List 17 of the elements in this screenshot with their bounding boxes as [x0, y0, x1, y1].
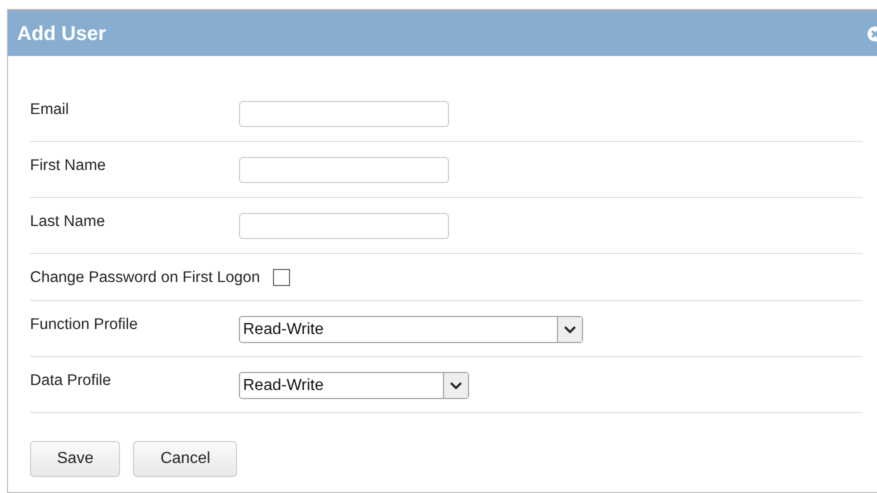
- chevron-down-icon: [563, 324, 577, 335]
- field-label: Function Profile: [30, 315, 139, 336]
- save-button[interactable]: Save: [30, 441, 120, 478]
- dropdown[interactable]: Read-Write: [239, 316, 583, 344]
- chevron-down-icon: [449, 380, 463, 391]
- text-field[interactable]: [239, 157, 449, 183]
- field-label: Last Name: [30, 212, 106, 232]
- dropdown[interactable]: Read-Write: [239, 372, 469, 400]
- text-field[interactable]: [239, 213, 449, 239]
- text-field[interactable]: [239, 101, 449, 127]
- field-label: Email: [30, 100, 70, 120]
- cancel-button[interactable]: Cancel: [133, 441, 238, 478]
- checkbox[interactable]: [273, 269, 290, 286]
- field-label: Change Password on First Logon: [30, 268, 260, 288]
- field-label: First Name: [30, 156, 107, 176]
- field-label: Data Profile: [30, 371, 112, 392]
- dialog-title: Add User: [17, 22, 106, 46]
